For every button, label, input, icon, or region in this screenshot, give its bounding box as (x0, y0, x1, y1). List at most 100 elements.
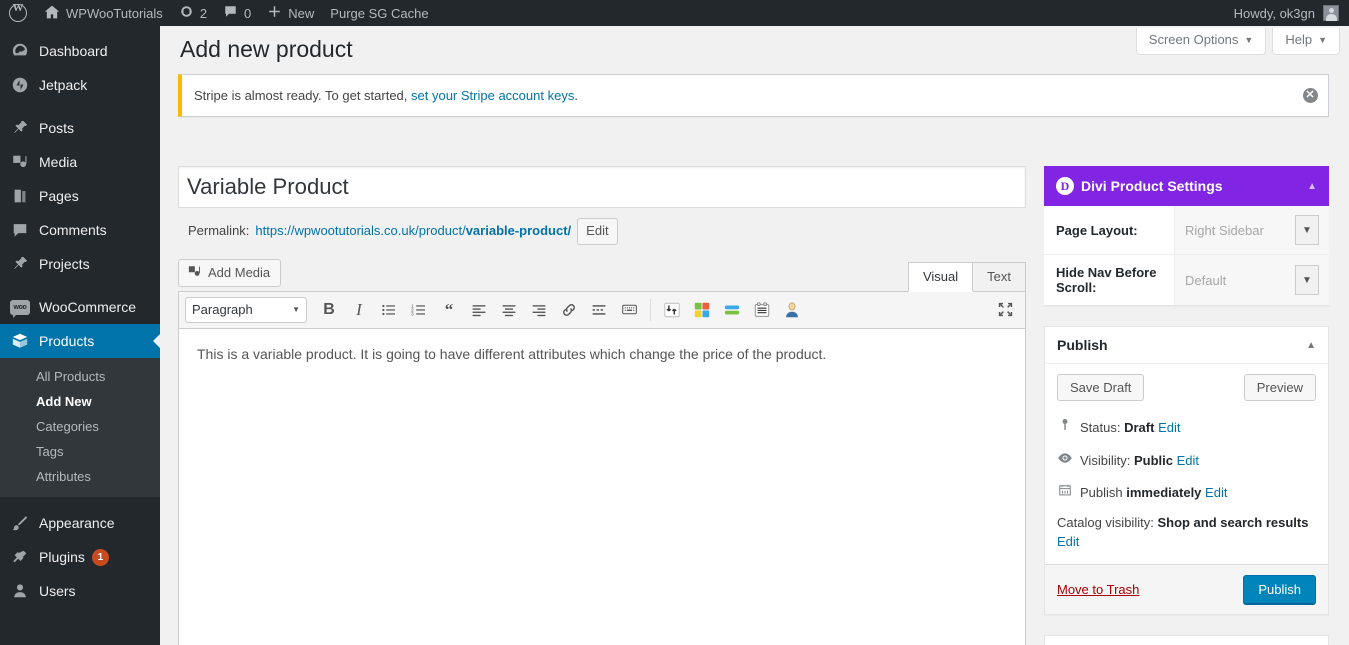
avatar-icon (1323, 5, 1339, 21)
edit-status-link[interactable]: Edit (1158, 420, 1180, 435)
permalink-slug: variable-product/ (465, 223, 572, 239)
blockquote-icon[interactable]: “ (435, 296, 463, 324)
edit-permalink-button[interactable]: Edit (577, 218, 618, 245)
edit-schedule-link[interactable]: Edit (1205, 485, 1227, 500)
keyboard-shortcuts-icon[interactable] (615, 296, 643, 324)
editor-toolbar: Paragraph ▼ B I 123 “ (178, 290, 1026, 329)
catalog-label: Catalog visibility: (1057, 514, 1154, 530)
sidebar-item-label: Products (39, 333, 95, 349)
tab-text[interactable]: Text (972, 261, 1026, 291)
align-right-icon[interactable] (525, 296, 553, 324)
updates-menu[interactable]: 2 (171, 0, 215, 26)
bulleted-list-icon[interactable] (375, 296, 403, 324)
permalink-url[interactable]: https://wpwootutorials.co.uk/product/var… (255, 219, 571, 243)
minor-publishing-actions: Save Draft Preview (1057, 374, 1316, 401)
wp-editor-wrap: Add Media Visual Text Paragraph ▼ B I 1 … (178, 258, 1026, 645)
sidebar-item-plugins[interactable]: Plugins 1 (0, 540, 160, 574)
sidebar-item-posts[interactable]: Posts (0, 111, 160, 145)
screen-meta-links: Screen Options ▼ Help ▼ (1135, 28, 1340, 55)
hide-nav-select[interactable]: Default ▼ (1174, 255, 1329, 305)
sidebar-item-woocommerce[interactable]: WooCommerce (0, 290, 160, 324)
page-layout-select[interactable]: Right Sidebar ▼ (1174, 206, 1329, 254)
edit-catalog-link[interactable]: Edit (1057, 534, 1079, 549)
submenu-item-attributes[interactable]: Attributes (0, 464, 160, 489)
permalink-label: Permalink: (188, 223, 250, 239)
chevron-up-icon[interactable]: ▲ (1306, 340, 1316, 351)
new-label: New (288, 5, 315, 21)
sidebar-item-media[interactable]: Media (0, 145, 160, 179)
publish-box-title: Publish (1057, 337, 1108, 353)
updates-count: 2 (199, 5, 208, 21)
sidebar-item-jetpack[interactable]: Jetpack (0, 68, 160, 102)
submenu-item-tags[interactable]: Tags (0, 439, 160, 464)
numbered-list-icon[interactable]: 123 (405, 296, 433, 324)
site-name-menu[interactable]: WPWooTutorials (36, 0, 171, 26)
sidebar-item-users[interactable]: Users (0, 574, 160, 608)
sidebar-item-appearance[interactable]: Appearance (0, 506, 160, 540)
products-submenu: All Products Add New Categories Tags Att… (0, 358, 160, 497)
submenu-item-all-products[interactable]: All Products (0, 364, 160, 389)
post-status-row: Status: Draft Edit (1057, 413, 1316, 446)
sidebar-item-label: Plugins (39, 549, 85, 565)
edit-visibility-link[interactable]: Edit (1177, 453, 1199, 468)
divi-row-page-layout: Page Layout: Right Sidebar ▼ (1044, 206, 1329, 255)
user-badge-icon[interactable] (778, 296, 806, 324)
divi-product-settings-box: D Divi Product Settings ▲ Page Layout: R… (1044, 166, 1329, 306)
chevron-up-icon[interactable]: ▲ (1307, 181, 1317, 192)
submenu-item-categories[interactable]: Categories (0, 414, 160, 439)
publish-box-header[interactable]: Publish ▲ (1045, 327, 1328, 364)
align-center-icon[interactable] (495, 296, 523, 324)
publish-button[interactable]: Publish (1243, 574, 1316, 604)
bold-icon[interactable]: B (315, 296, 343, 324)
sidebar-item-comments[interactable]: Comments (0, 213, 160, 247)
sidebar-item-projects[interactable]: Projects (0, 247, 160, 281)
new-content-menu[interactable]: New (259, 0, 322, 26)
sidebar-item-products[interactable]: Products (0, 324, 160, 358)
sidebar-item-label: Jetpack (39, 77, 88, 93)
divi-box-header[interactable]: D Divi Product Settings ▲ (1044, 166, 1329, 206)
sort-arrows-icon[interactable] (658, 296, 686, 324)
add-media-button[interactable]: Add Media (178, 258, 282, 287)
chevron-down-icon: ▼ (1244, 34, 1254, 45)
link-icon[interactable] (555, 296, 583, 324)
sidebar-item-pages[interactable]: Pages (0, 179, 160, 213)
comments-menu[interactable]: 0 (215, 0, 259, 26)
paragraph-format-select[interactable]: Paragraph ▼ (185, 296, 307, 323)
four-squares-icon[interactable] (688, 296, 716, 324)
help-button[interactable]: Help ▼ (1272, 28, 1340, 55)
tab-visual[interactable]: Visual (907, 261, 974, 292)
screen-options-button[interactable]: Screen Options ▼ (1135, 28, 1267, 55)
pages-icon (10, 186, 30, 206)
move-to-trash-link[interactable]: Move to Trash (1057, 582, 1139, 597)
visibility-text: Visibility: Public Edit (1080, 451, 1199, 471)
updates-icon (179, 4, 194, 22)
submenu-item-add-new[interactable]: Add New (0, 389, 160, 414)
stripe-keys-link[interactable]: set your Stripe account keys (411, 88, 574, 103)
post-content-editor[interactable]: This is a variable product. It is going … (178, 328, 1026, 645)
menu-separator (0, 102, 160, 111)
italic-icon[interactable]: I (345, 296, 373, 324)
hide-nav-value: Default (1185, 272, 1227, 288)
post-title-input[interactable] (178, 166, 1026, 208)
categories-box-header[interactable]: Product categories ▲ (1045, 636, 1328, 645)
add-media-label: Add Media (208, 265, 271, 281)
list-box-icon[interactable] (748, 296, 776, 324)
editor-tools: Add Media Visual Text (178, 258, 1026, 292)
bars-icon[interactable] (718, 296, 746, 324)
read-more-icon[interactable] (585, 296, 613, 324)
chevron-down-icon[interactable]: ▼ (1295, 215, 1319, 245)
publish-box: Publish ▲ Save Draft Preview Status: Dra… (1044, 326, 1329, 615)
align-left-icon[interactable] (465, 296, 493, 324)
wp-logo-menu[interactable] (0, 0, 36, 26)
purge-cache-button[interactable]: Purge SG Cache (322, 0, 436, 26)
account-menu[interactable]: Howdy, ok3gn (1234, 5, 1349, 21)
chevron-down-icon[interactable]: ▼ (1295, 265, 1319, 295)
sidebar-item-dashboard[interactable]: Dashboard (0, 34, 160, 68)
distraction-free-icon[interactable] (991, 296, 1019, 324)
divi-row-hide-nav: Hide Nav Before Scroll: Default ▼ (1044, 255, 1329, 306)
notice-dismiss-button[interactable]: ✕ (1300, 86, 1320, 106)
save-draft-button[interactable]: Save Draft (1057, 374, 1145, 401)
preview-button[interactable]: Preview (1243, 374, 1316, 401)
sidebar-item-label: WooCommerce (39, 299, 136, 315)
svg-text:3: 3 (411, 311, 414, 317)
